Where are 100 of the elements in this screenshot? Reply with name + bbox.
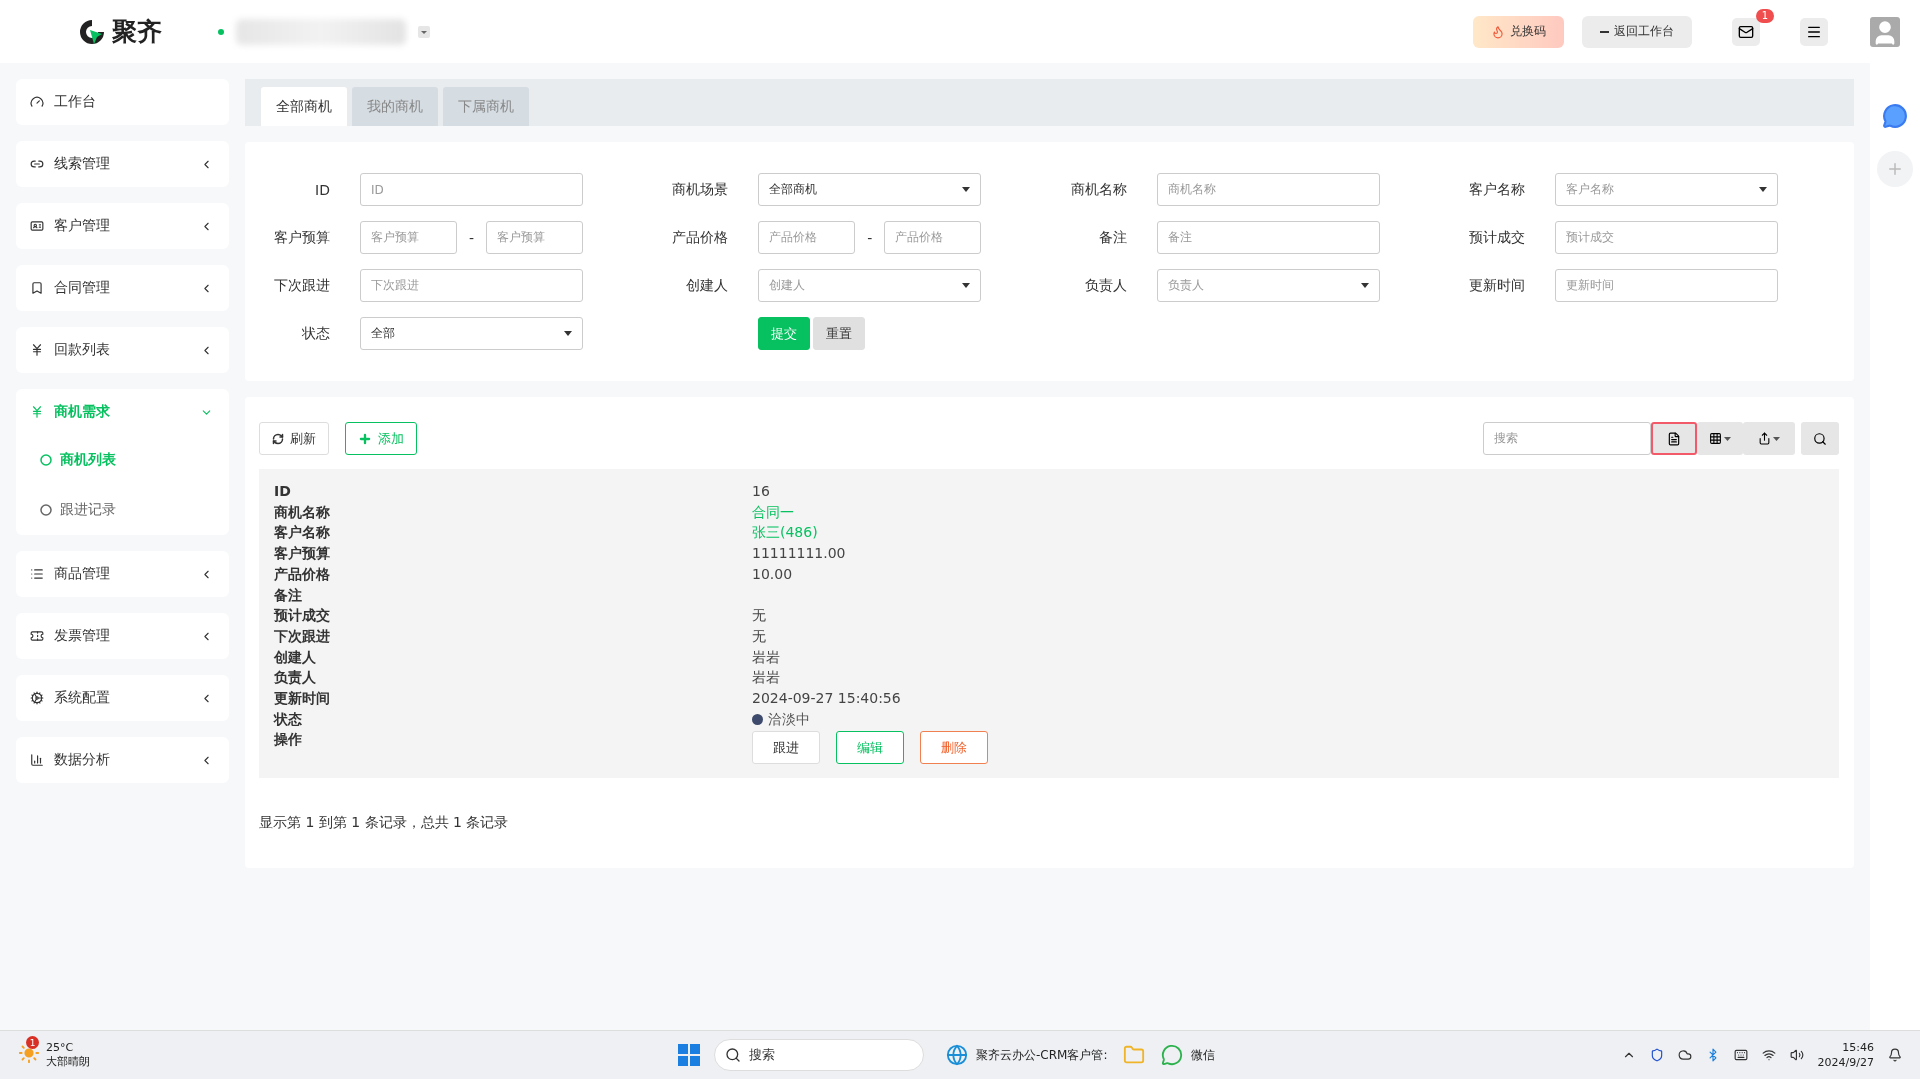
add-button[interactable]: 添加 bbox=[345, 422, 417, 455]
search-button[interactable] bbox=[1801, 422, 1839, 455]
caret-icon bbox=[1724, 436, 1731, 441]
delete-button[interactable]: 删除 bbox=[920, 731, 988, 765]
filter-label: 客户名称 bbox=[1467, 180, 1526, 199]
menu-item-icon bbox=[30, 567, 44, 581]
notification-icon[interactable] bbox=[1888, 1048, 1902, 1062]
taskbar-app[interactable]: 微信 bbox=[1153, 1035, 1224, 1075]
filter-label: 状态 bbox=[301, 324, 331, 343]
tab[interactable]: 我的商机 bbox=[352, 87, 438, 126]
flame-icon bbox=[1491, 24, 1505, 39]
shield-icon[interactable] bbox=[1649, 1048, 1664, 1062]
range-end-field[interactable]: 产品价格 bbox=[884, 221, 982, 254]
cloud-icon[interactable] bbox=[1677, 1048, 1692, 1062]
sidebar-item[interactable]: 系统配置 bbox=[16, 675, 229, 721]
sidebar-item[interactable]: 工作台 bbox=[16, 79, 229, 125]
text-field[interactable]: 更新时间 bbox=[1554, 269, 1778, 302]
range-start-field[interactable]: 产品价格 bbox=[758, 221, 856, 254]
keyboard-icon[interactable] bbox=[1733, 1048, 1748, 1062]
field-label: 负责人 bbox=[274, 668, 317, 688]
search-icon bbox=[1813, 431, 1827, 446]
field-value: 10.00 bbox=[752, 564, 794, 584]
text-field[interactable]: ID bbox=[360, 173, 583, 206]
plus-icon bbox=[1886, 160, 1904, 178]
field-value: 无 bbox=[752, 606, 767, 626]
field-label: 创建人 bbox=[274, 647, 317, 667]
dropdown-icon[interactable] bbox=[418, 25, 430, 38]
filter-label: 客户预算 bbox=[273, 228, 331, 247]
back-to-workbench-button[interactable]: 返回工作台 bbox=[1582, 15, 1692, 48]
field-label: 产品价格 bbox=[274, 564, 331, 584]
tab[interactable]: 下属商机 bbox=[443, 87, 529, 126]
plus-icon bbox=[358, 431, 372, 446]
clock-date: 2024/9/27 bbox=[1817, 1055, 1874, 1070]
text-field[interactable]: 备注 bbox=[1156, 221, 1380, 254]
text-field[interactable]: 商机名称 bbox=[1156, 173, 1380, 206]
logo-icon bbox=[78, 17, 106, 46]
field-label: 更新时间 bbox=[274, 689, 331, 709]
menu-item-icon bbox=[30, 405, 44, 419]
redeem-code-button[interactable]: 兑换码 bbox=[1473, 15, 1564, 48]
field-value: 11111111.00 bbox=[752, 544, 847, 564]
temperature: 25°C bbox=[46, 1041, 75, 1055]
sidebar-item[interactable]: 商品管理 bbox=[16, 551, 229, 597]
select-field[interactable]: 全部 bbox=[360, 317, 583, 350]
select-field[interactable]: 创建人 bbox=[758, 269, 982, 302]
select-field[interactable]: 负责人 bbox=[1156, 269, 1380, 302]
circle-icon bbox=[40, 504, 52, 516]
filter-label: 更新时间 bbox=[1467, 276, 1526, 295]
sidebar-item[interactable]: 客户管理 bbox=[16, 203, 229, 249]
sidebar-subitem[interactable]: 跟进记录 bbox=[16, 485, 229, 535]
status-text: 洽淡中 bbox=[768, 709, 810, 729]
text-field[interactable]: 下次跟进 bbox=[360, 269, 583, 302]
field-link[interactable]: 张三(486) bbox=[752, 522, 1824, 544]
card-view-button[interactable] bbox=[1651, 422, 1697, 455]
text-field[interactable]: 预计成交 bbox=[1554, 221, 1778, 254]
sidebar-item[interactable]: 数据分析 bbox=[16, 737, 229, 783]
grid-icon bbox=[1709, 432, 1722, 445]
sidebar-subitem[interactable]: 商机列表 bbox=[16, 435, 229, 485]
circle-icon bbox=[40, 454, 52, 466]
export-button[interactable] bbox=[1743, 422, 1795, 455]
mail-icon bbox=[1738, 23, 1754, 40]
sidebar-item[interactable]: 发票管理 bbox=[16, 613, 229, 659]
refresh-button[interactable]: 刷新 bbox=[259, 422, 329, 455]
sidebar-item[interactable]: 商机需求 bbox=[16, 389, 229, 435]
folder-icon bbox=[1123, 1044, 1146, 1066]
field-label: 预计成交 bbox=[274, 606, 331, 626]
select-field[interactable]: 全部商机 bbox=[758, 173, 982, 206]
mail-button[interactable] bbox=[1732, 17, 1760, 46]
select-field[interactable]: 客户名称 bbox=[1554, 173, 1778, 206]
sidebar-item[interactable]: 合同管理 bbox=[16, 265, 229, 311]
menu-item-icon bbox=[30, 281, 44, 295]
follow-up-button[interactable]: 跟进 bbox=[752, 731, 820, 765]
search-field[interactable]: 搜索 bbox=[1483, 422, 1651, 455]
weather-text: 大部晴朗 bbox=[46, 1055, 90, 1069]
range-start-field[interactable]: 客户预算 bbox=[360, 221, 457, 254]
range-end-field[interactable]: 客户预算 bbox=[486, 221, 583, 254]
caret-icon bbox=[1758, 187, 1767, 192]
tab[interactable]: 全部商机 bbox=[261, 87, 347, 126]
filter-label: 商机名称 bbox=[1069, 180, 1128, 199]
sidebar-item[interactable]: 回款列表 bbox=[16, 327, 229, 373]
field-link[interactable]: 合同一 bbox=[752, 501, 1824, 523]
clock-time: 15:46 bbox=[1842, 1040, 1874, 1055]
menu-item-icon bbox=[30, 691, 44, 705]
caret-icon bbox=[1773, 436, 1780, 441]
filter-label: 产品价格 bbox=[671, 228, 730, 247]
chat-icon[interactable] bbox=[1882, 103, 1908, 129]
taskbar-search[interactable]: 搜索 bbox=[714, 1039, 924, 1071]
submit-button[interactable]: 提交 bbox=[758, 317, 811, 350]
sidebar-item[interactable]: 线索管理 bbox=[16, 141, 229, 187]
edit-button[interactable]: 编辑 bbox=[836, 731, 904, 765]
export-icon bbox=[1758, 432, 1771, 445]
weather-badge: 1 bbox=[26, 1036, 39, 1049]
volume-icon[interactable] bbox=[1789, 1048, 1804, 1062]
taskbar-app[interactable]: 聚齐云办公-CRM客户管: bbox=[938, 1035, 1116, 1075]
menu-button[interactable] bbox=[1800, 17, 1828, 46]
start-icon[interactable] bbox=[678, 1044, 700, 1066]
reset-button[interactable]: 重置 bbox=[813, 317, 866, 350]
columns-button[interactable] bbox=[1697, 422, 1743, 455]
filter-label: ID bbox=[314, 181, 331, 198]
caret-icon bbox=[962, 187, 971, 192]
wifi-icon[interactable] bbox=[1761, 1048, 1776, 1062]
